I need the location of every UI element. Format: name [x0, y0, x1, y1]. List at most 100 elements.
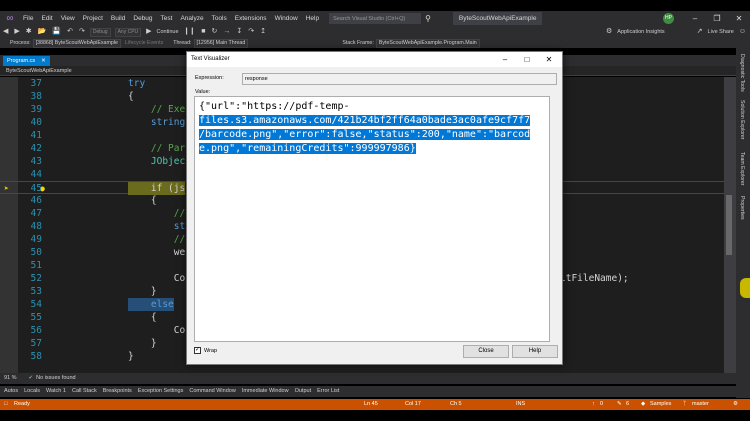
status-insert-mode: INS: [516, 401, 526, 407]
tab-watch-1[interactable]: Watch 1: [43, 386, 69, 397]
redo-icon[interactable]: ↷: [79, 26, 85, 38]
menu-test[interactable]: Test: [157, 11, 177, 26]
dialog-close-icon[interactable]: ✕: [538, 52, 560, 67]
tab-locals[interactable]: Locals: [21, 386, 43, 397]
thread-dropdown[interactable]: [12956] Main Thread: [193, 38, 249, 48]
close-button[interactable]: Close: [463, 345, 509, 358]
step-out-icon[interactable]: ↥: [260, 26, 266, 38]
status-pencil-count[interactable]: 6: [626, 399, 629, 410]
scrollbar-thumb[interactable]: [726, 195, 732, 255]
value-line: {"url":"https://pdf-temp-: [199, 101, 350, 112]
line-number: 47: [30, 208, 42, 219]
close-icon[interactable]: ✕: [728, 14, 750, 23]
feedback-icon[interactable]: ☺: [739, 26, 746, 38]
menu-view[interactable]: View: [57, 11, 79, 26]
code-line: Co: [128, 273, 186, 284]
menu-debug[interactable]: Debug: [129, 11, 156, 26]
rail-tab-solution-explorer[interactable]: Solution Explorer: [739, 100, 745, 140]
project-nav-dropdown[interactable]: ByteScoutWebApiExample: [6, 68, 72, 74]
menu-project[interactable]: Project: [79, 11, 107, 26]
restore-icon[interactable]: ❐: [706, 14, 728, 23]
line-number: 48: [30, 221, 42, 232]
help-button[interactable]: Help: [512, 345, 558, 358]
status-branch[interactable]: master: [692, 399, 709, 410]
dialog-maximize-icon[interactable]: □: [516, 52, 538, 67]
zoom-level[interactable]: 91 %: [4, 373, 17, 384]
line-number: 46: [30, 195, 42, 206]
save-icon[interactable]: 💾: [52, 26, 61, 38]
tab-command-window[interactable]: Command Window: [186, 386, 238, 397]
code-line: {: [128, 195, 157, 206]
issues-indicator[interactable]: No issues found: [36, 373, 75, 384]
restart-icon[interactable]: ↻: [212, 26, 218, 38]
menu-analyze[interactable]: Analyze: [176, 11, 207, 26]
platform-dropdown[interactable]: Any CPU: [114, 27, 142, 37]
code-line: //: [128, 208, 186, 219]
rail-tab-team-explorer[interactable]: Team Explorer: [739, 152, 745, 185]
repo-icon: ◆: [641, 401, 646, 407]
status-up-count[interactable]: 0: [600, 399, 603, 410]
undo-icon[interactable]: ↶: [67, 26, 73, 38]
rail-tab-diagnostic-tools[interactable]: Diagnostic Tools: [739, 54, 745, 92]
pause-icon[interactable]: ❙❙: [184, 26, 196, 38]
tab-exception-settings[interactable]: Exception Settings: [135, 386, 187, 397]
new-item-icon[interactable]: ✱: [26, 26, 32, 38]
editor-vertical-scrollbar[interactable]: [724, 77, 736, 373]
stop-icon[interactable]: ■: [201, 26, 205, 38]
tab-error-list[interactable]: Error List: [314, 386, 342, 397]
menu-edit[interactable]: Edit: [37, 11, 56, 26]
forward-icon[interactable]: ▶: [14, 26, 19, 38]
show-next-statement-icon[interactable]: →: [223, 26, 230, 38]
menu-build[interactable]: Build: [107, 11, 129, 26]
application-insights-button[interactable]: Application Insights: [617, 29, 664, 35]
menu-tools[interactable]: Tools: [208, 11, 231, 26]
tab-autos[interactable]: Autos: [0, 386, 21, 397]
avatar[interactable]: HP: [663, 13, 674, 24]
close-tab-icon[interactable]: ✕: [41, 58, 46, 64]
tab-breakpoints[interactable]: Breakpoints: [100, 386, 135, 397]
step-into-icon[interactable]: ↧: [236, 26, 242, 38]
status-line: Ln 45: [364, 401, 378, 407]
value-textarea[interactable]: {"url":"https://pdf-temp- files.s3.amazo…: [194, 96, 550, 342]
window-controls: HP – ❐ ✕: [663, 11, 750, 26]
rail-tab-properties[interactable]: Properties: [739, 196, 745, 220]
wrap-checkbox[interactable]: ✓ Wrap: [194, 347, 217, 354]
menu-extensions[interactable]: Extensions: [231, 11, 271, 26]
tab-label: Program.cs: [7, 58, 36, 64]
branch-icon: ᛉ: [683, 401, 687, 407]
tab-program-cs[interactable]: Program.cs ✕: [3, 56, 50, 66]
line-number: 55: [30, 312, 42, 323]
line-number: 52: [30, 273, 42, 284]
search-icon[interactable]: ⚲: [425, 14, 431, 23]
line-number: 53: [30, 286, 42, 297]
line-number: 50: [30, 247, 42, 258]
thread-label: Thread:: [173, 40, 192, 46]
live-share-button[interactable]: Live Share: [708, 29, 734, 35]
dialog-window-controls: – □ ✕: [494, 52, 560, 67]
code-line: //: [128, 234, 186, 245]
expression-field[interactable]: response: [242, 73, 557, 85]
wrap-label: Wrap: [204, 347, 218, 354]
step-over-icon[interactable]: ↷: [248, 26, 254, 38]
process-dropdown[interactable]: [38868] ByteScoutWebApiExample: [32, 38, 121, 48]
lifecycle-events-button[interactable]: Lifecycle Events: [125, 40, 163, 46]
back-icon[interactable]: ◀: [3, 26, 8, 38]
tab-immediate-window[interactable]: Immediate Window: [239, 386, 292, 397]
menu-help[interactable]: Help: [302, 11, 323, 26]
minimize-icon[interactable]: –: [684, 14, 706, 23]
menu-file[interactable]: File: [19, 11, 37, 26]
menu-window[interactable]: Window: [271, 11, 302, 26]
status-repo[interactable]: Samples: [650, 399, 671, 410]
continue-button[interactable]: Continue: [157, 29, 179, 35]
checkbox-checked-icon[interactable]: ✓: [194, 347, 201, 354]
configuration-dropdown[interactable]: Debug: [89, 27, 111, 37]
value-label: Value:: [195, 89, 211, 95]
dialog-minimize-icon[interactable]: –: [494, 52, 516, 67]
open-icon[interactable]: 📂: [38, 26, 47, 38]
continue-icon[interactable]: ▶: [146, 26, 151, 38]
stack-frame-dropdown[interactable]: ByteScoutWebApiExample.Program.Main: [375, 38, 480, 48]
tab-output[interactable]: Output: [292, 386, 315, 397]
notifications-icon[interactable]: ⚙: [733, 399, 738, 410]
tab-call-stack[interactable]: Call Stack: [69, 386, 100, 397]
search-input[interactable]: Search Visual Studio (Ctrl+Q): [329, 13, 422, 24]
